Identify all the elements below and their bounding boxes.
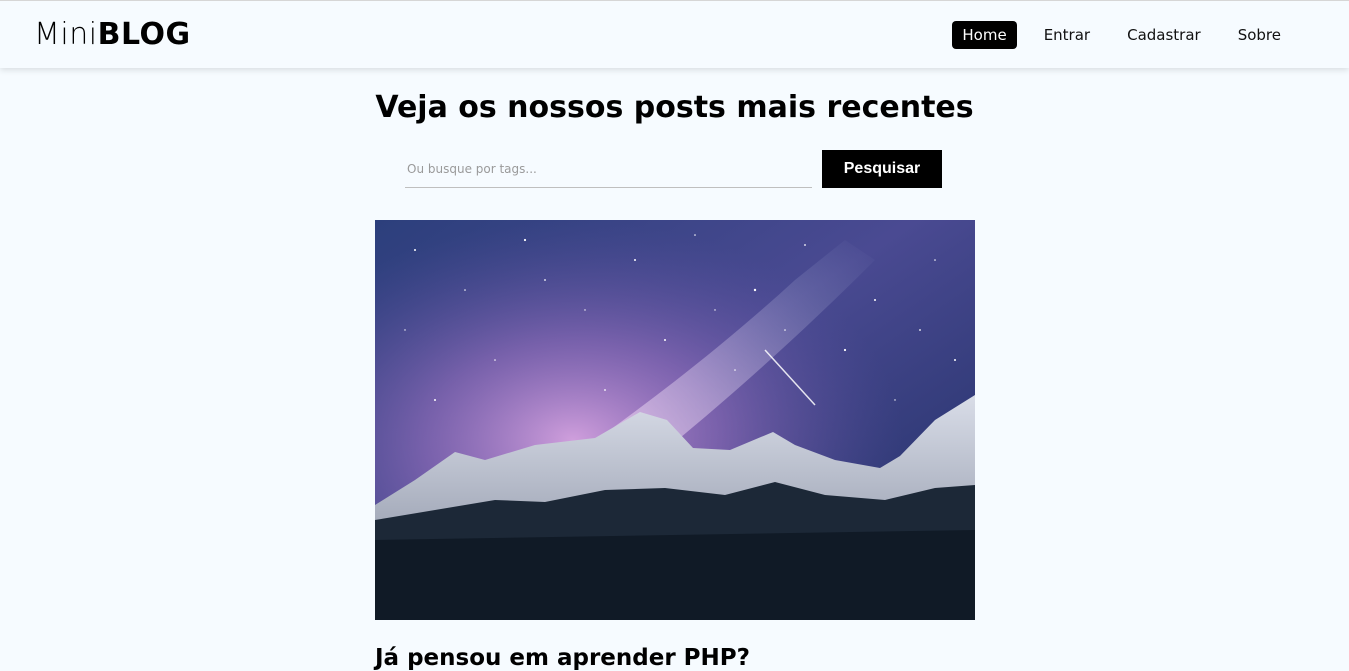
brand-light-text: Mini (34, 16, 98, 52)
nav-link-cadastrar[interactable]: Cadastrar (1117, 21, 1211, 49)
brand-bold-text: BLOG (97, 16, 191, 52)
post-title[interactable]: Já pensou em aprender PHP? (375, 645, 750, 671)
search-input[interactable] (405, 150, 812, 188)
nav-link-home[interactable]: Home (952, 20, 1017, 49)
search-form: Pesquisar (405, 150, 942, 188)
page-title: Veja os nossos posts mais recentes (375, 90, 974, 125)
nav-links: Home Entrar Cadastrar Sobre (952, 20, 1291, 49)
post-image[interactable] (375, 220, 975, 620)
navbar: MiniBLOG Home Entrar Cadastrar Sobre (0, 0, 1349, 68)
nav-link-sobre[interactable]: Sobre (1228, 21, 1291, 49)
search-button[interactable]: Pesquisar (822, 150, 942, 188)
brand-logo[interactable]: MiniBLOG (34, 16, 191, 52)
nav-link-entrar[interactable]: Entrar (1034, 21, 1100, 49)
